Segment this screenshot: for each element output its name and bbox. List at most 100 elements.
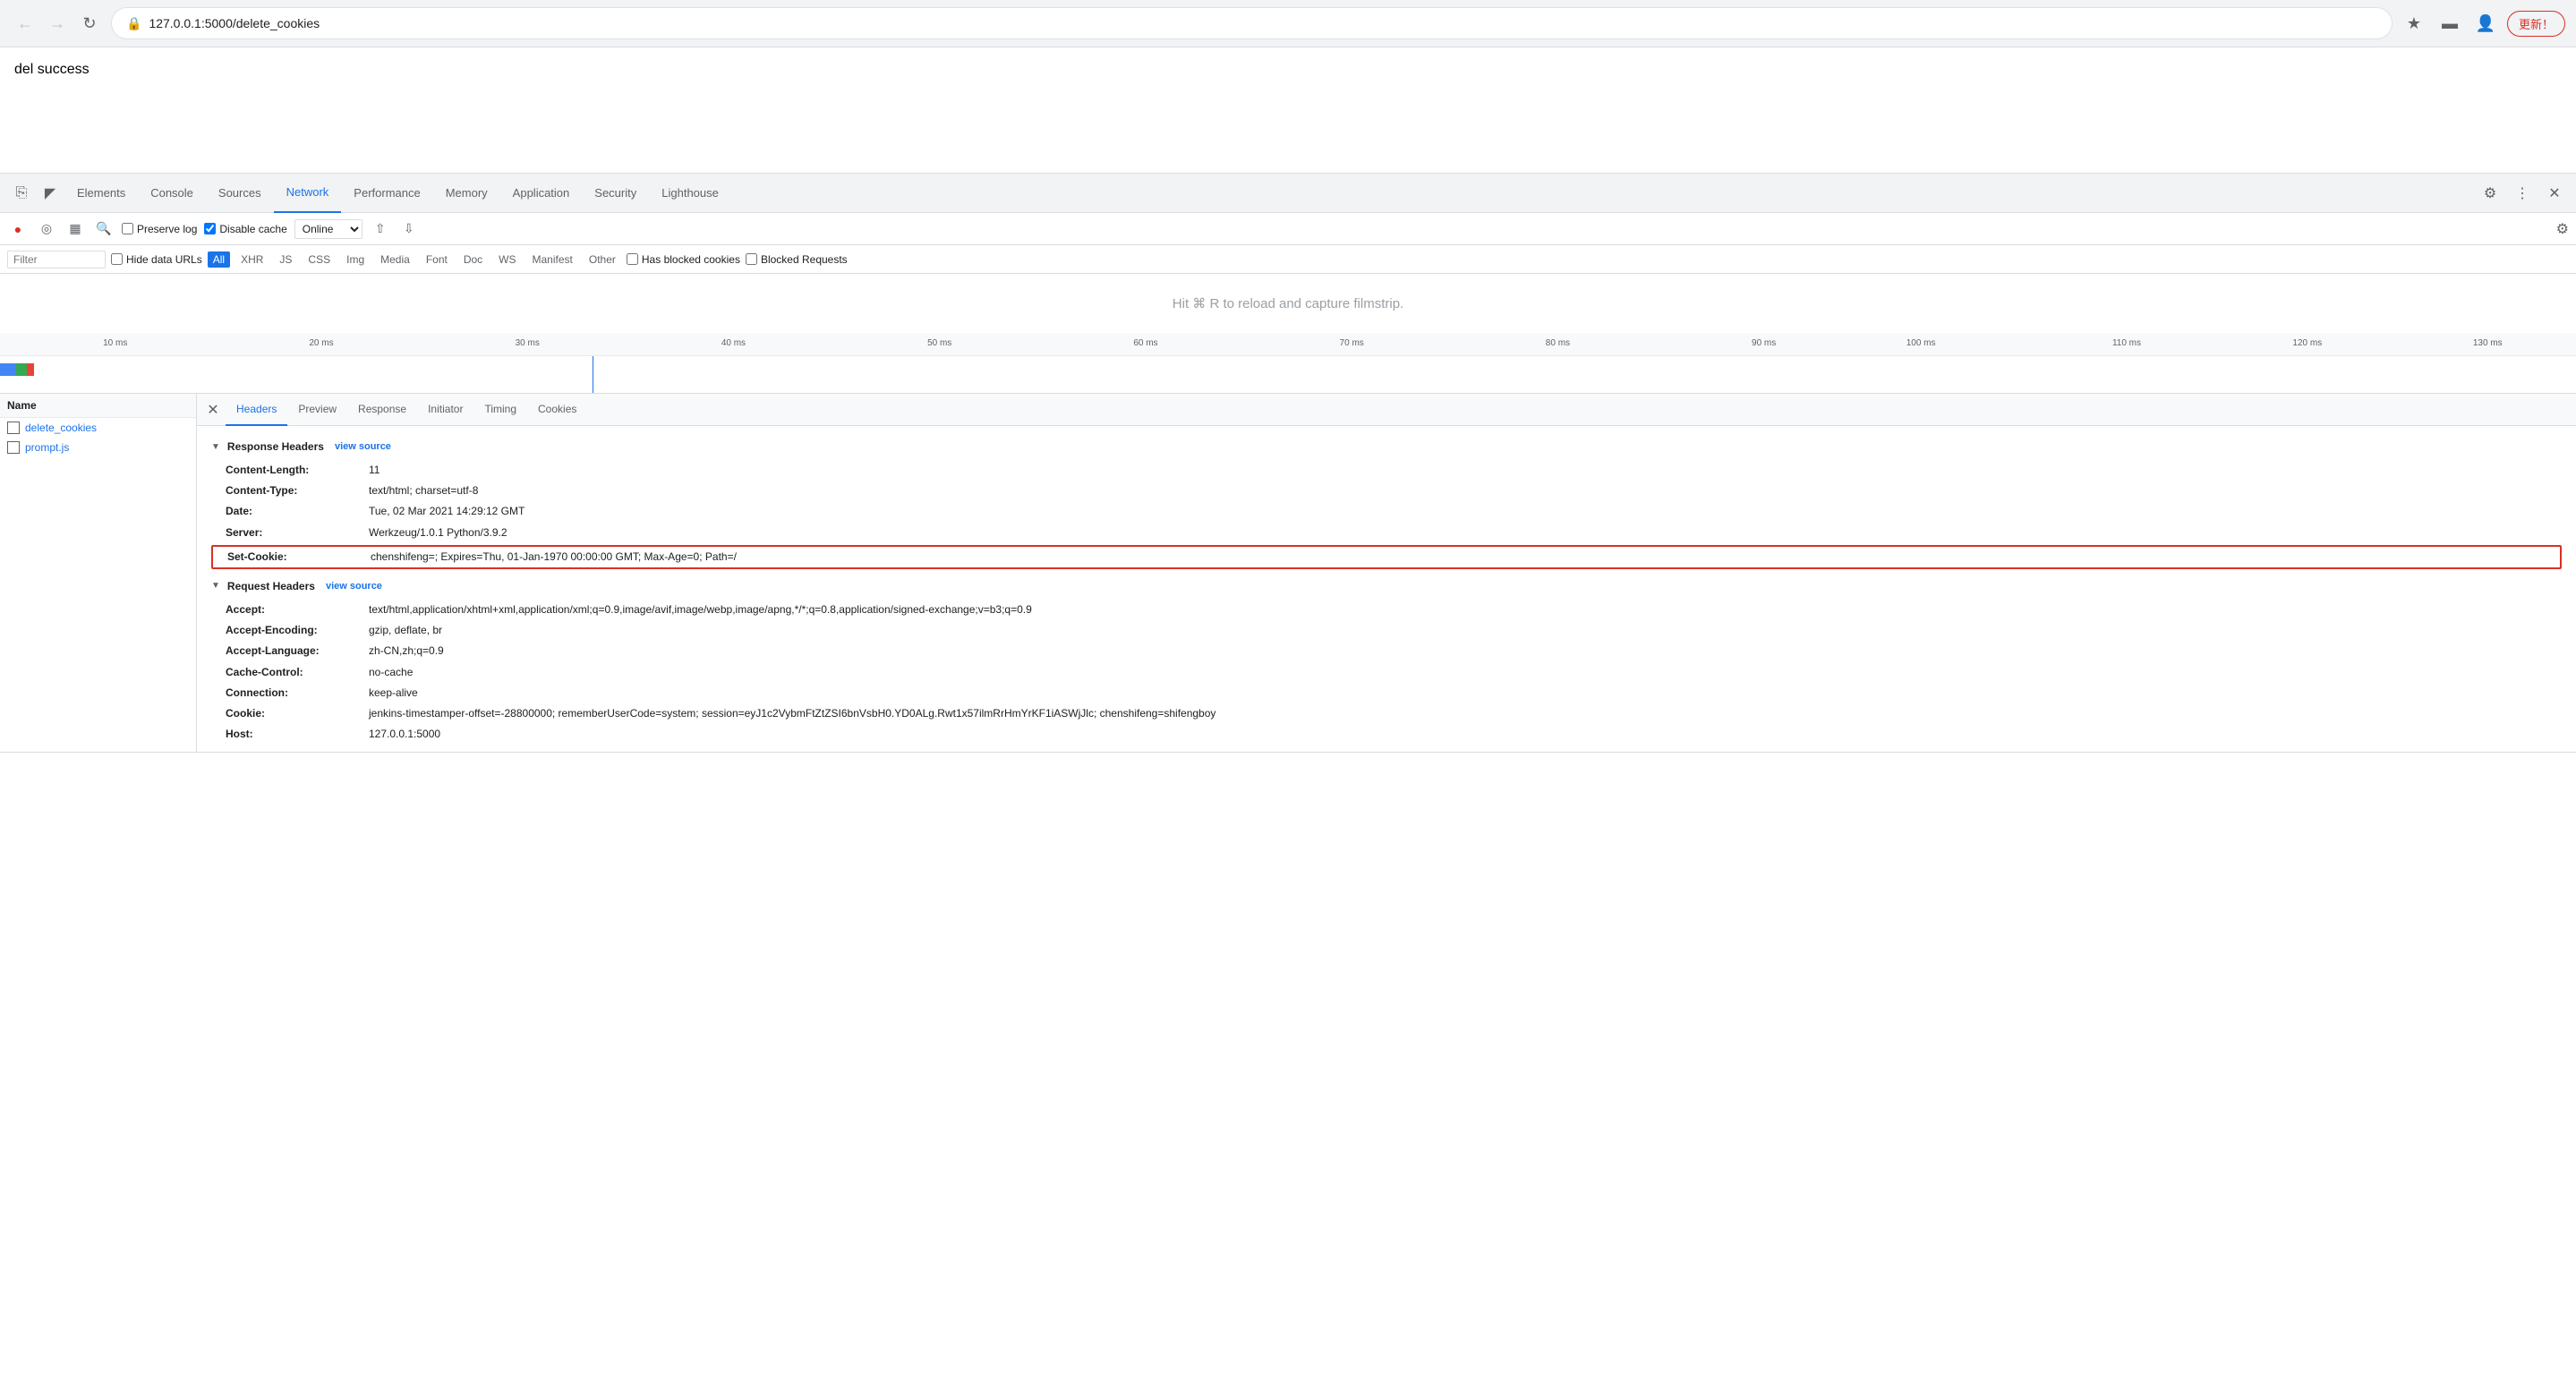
request-headers-section[interactable]: ▼ Request Headers view source [211,580,2562,592]
filter-xhr[interactable]: XHR [235,251,269,268]
hide-data-urls-label[interactable]: Hide data URLs [111,253,202,266]
filter-media[interactable]: Media [375,251,415,268]
filter-button[interactable]: ▦ [64,218,86,240]
header-name-date: Date: [226,503,369,520]
header-date: Date: Tue, 02 Mar 2021 14:29:12 GMT [211,501,2562,522]
bookmark-button[interactable]: ★ [2400,9,2428,38]
marker-110ms: 110 ms [2112,338,2141,348]
detail-tab-timing[interactable]: Timing [473,394,527,426]
devtools-close-button[interactable]: ✕ [2540,179,2569,208]
hide-data-urls-checkbox[interactable] [111,253,123,265]
header-host: Host: 127.0.0.1:5000 [211,724,2562,745]
export-button[interactable]: ⇩ [398,218,420,240]
tab-application[interactable]: Application [500,174,583,213]
filter-img[interactable]: Img [341,251,370,268]
reload-button[interactable]: ↻ [75,9,104,38]
request-item-delete-cookies[interactable]: delete_cookies [0,418,196,438]
timeline-bar-green [16,363,27,376]
requests-list-header: Name [0,394,196,418]
detail-close-button[interactable]: ✕ [200,397,226,422]
devtools-more-button[interactable]: ⋮ [2508,179,2537,208]
request-name-delete-cookies: delete_cookies [25,422,97,434]
throttle-select[interactable]: Online Fast 3G Slow 3G Offline [294,219,363,239]
devtools: ⎘ ◤ Elements Console Sources Network Per… [0,173,2576,753]
import-button[interactable]: ⇧ [370,218,391,240]
back-button[interactable]: ← [11,9,39,38]
header-value-date: Tue, 02 Mar 2021 14:29:12 GMT [369,503,525,520]
update-button[interactable]: 更新！ [2507,11,2565,37]
tab-sources[interactable]: Sources [206,174,274,213]
header-name-accept: Accept: [226,601,369,618]
extensions-button[interactable]: ▬ [2435,9,2464,38]
timeline-ruler: 10 ms 20 ms 30 ms 40 ms 50 ms 60 ms 70 m… [0,333,2576,356]
filter-ws[interactable]: WS [493,251,521,268]
filter-font[interactable]: Font [421,251,453,268]
record-button[interactable]: ● [7,218,29,240]
header-cache-control: Cache-Control: no-cache [211,662,2562,683]
blocked-requests-checkbox[interactable] [746,253,757,265]
filter-manifest[interactable]: Manifest [527,251,578,268]
header-content-length: Content-Length: 11 [211,460,2562,481]
forward-button[interactable]: → [43,9,72,38]
blocked-requests-label[interactable]: Blocked Requests [746,253,848,266]
has-blocked-cookies-label[interactable]: Has blocked cookies [627,253,740,266]
address-bar[interactable]: 🔒 127.0.0.1:5000/delete_cookies [111,7,2393,39]
marker-20ms: 20 ms [309,338,333,348]
page-content: del success [0,47,2576,173]
detail-tab-preview[interactable]: Preview [287,394,347,426]
marker-60ms: 60 ms [1133,338,1157,348]
disable-cache-label[interactable]: Disable cache [204,223,286,235]
tab-memory[interactable]: Memory [433,174,500,213]
response-headers-section[interactable]: ▼ Response Headers view source [211,440,2562,453]
header-value-set-cookie: chenshifeng=; Expires=Thu, 01-Jan-1970 0… [371,549,737,566]
browser-actions: ★ ▬ 👤 更新！ [2400,9,2565,38]
tab-security[interactable]: Security [582,174,649,213]
filter-input[interactable] [7,251,106,268]
tab-elements[interactable]: Elements [64,174,138,213]
tab-console[interactable]: Console [138,174,206,213]
marker-40ms: 40 ms [721,338,746,348]
filter-bar: Hide data URLs All XHR JS CSS Img Media … [0,245,2576,274]
detail-tab-initiator[interactable]: Initiator [417,394,473,426]
preserve-log-checkbox[interactable] [122,223,133,234]
response-headers-view-source[interactable]: view source [335,441,391,452]
request-headers-toggle: ▼ [211,581,220,591]
inspect-element-button[interactable]: ⎘ [7,179,36,208]
marker-130ms: 130 ms [2473,338,2503,348]
preserve-log-label[interactable]: Preserve log [122,223,197,235]
device-toolbar-button[interactable]: ◤ [36,179,64,208]
detail-tab-response[interactable]: Response [347,394,417,426]
detail-tab-headers[interactable]: Headers [226,394,287,426]
timeline-bar-red [27,363,34,376]
detail-tab-cookies[interactable]: Cookies [527,394,587,426]
browser-chrome: ← → ↻ 🔒 127.0.0.1:5000/delete_cookies ★ … [0,0,2576,47]
filter-js[interactable]: JS [274,251,297,268]
filter-doc[interactable]: Doc [458,251,488,268]
tab-network[interactable]: Network [274,174,342,213]
filter-all[interactable]: All [208,251,230,268]
name-column-header: Name [7,399,37,412]
search-button[interactable]: 🔍 [93,218,115,240]
address-text: 127.0.0.1:5000/delete_cookies [149,16,2377,30]
header-connection: Connection: keep-alive [211,683,2562,703]
filter-css[interactable]: CSS [303,251,336,268]
clear-button[interactable]: ◎ [36,218,57,240]
header-name-cache-control: Cache-Control: [226,664,369,681]
disable-cache-checkbox[interactable] [204,223,216,234]
tab-performance[interactable]: Performance [341,174,432,213]
devtools-right-icons: ⚙ ⋮ ✕ [2476,179,2569,208]
header-value-accept: text/html,application/xhtml+xml,applicat… [369,601,1032,618]
header-accept: Accept: text/html,application/xhtml+xml,… [211,600,2562,620]
header-name-accept-encoding: Accept-Encoding: [226,622,369,639]
filter-other[interactable]: Other [584,251,621,268]
devtools-settings-button[interactable]: ⚙ [2476,179,2504,208]
request-headers-view-source[interactable]: view source [326,581,382,592]
request-item-prompt-js[interactable]: prompt.js [0,438,196,457]
has-blocked-cookies-checkbox[interactable] [627,253,638,265]
response-headers-toggle: ▼ [211,442,220,452]
network-settings-button[interactable]: ⚙ [2556,220,2569,238]
profile-button[interactable]: 👤 [2471,9,2500,38]
header-name-cookie: Cookie: [226,705,369,722]
tab-lighthouse[interactable]: Lighthouse [649,174,731,213]
timeline-bar [0,363,34,376]
